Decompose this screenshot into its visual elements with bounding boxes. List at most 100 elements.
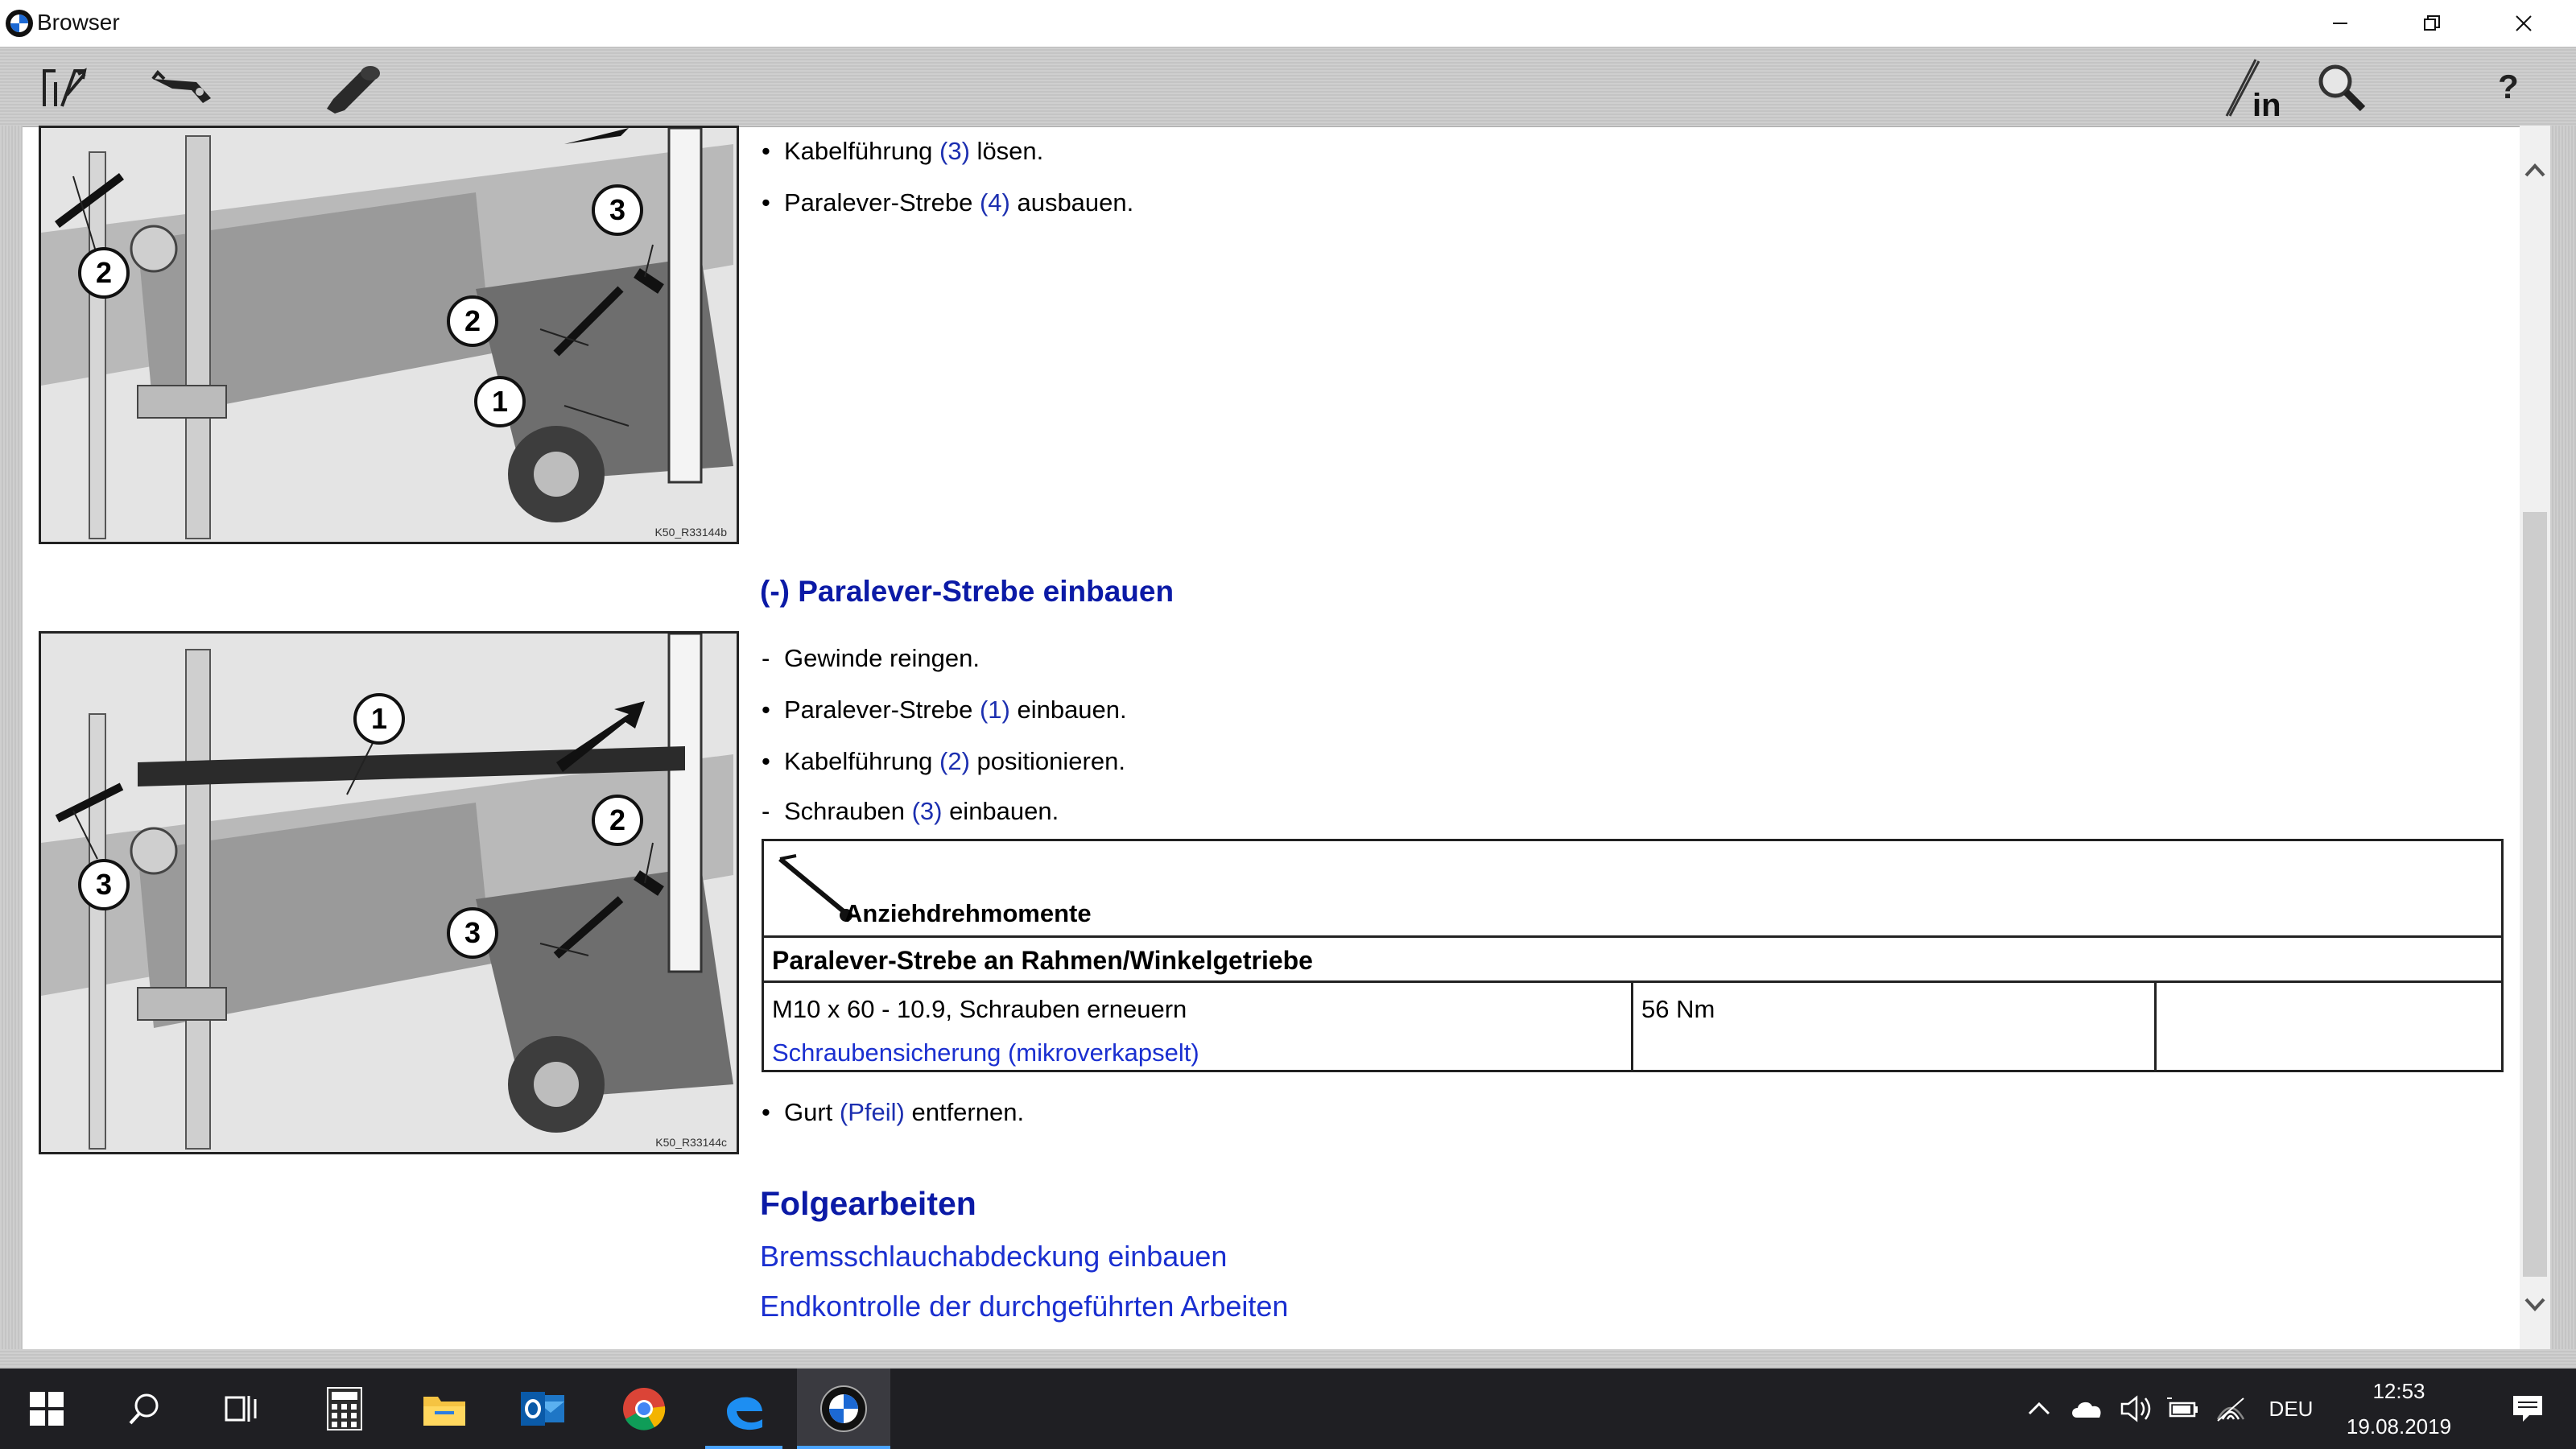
svg-text:3: 3 xyxy=(609,193,625,226)
tool-button[interactable] xyxy=(148,52,216,122)
followup-link-brake-hose-cover[interactable]: Bremsschlauchabdeckung einbauen xyxy=(760,1240,1227,1274)
torque-spec-cell: M10 x 60 - 10.9, Schrauben erneuern Schr… xyxy=(764,983,1633,1070)
step-position-cable-guide: • Kabelführung (2) positionieren. xyxy=(762,747,1125,775)
battery-icon xyxy=(2167,1397,2198,1418)
callout-2a: 2 xyxy=(78,247,130,299)
torque-table: Anziehdrehmomente Paralever-Strebe an Ra… xyxy=(762,839,2504,1072)
chevron-down-icon xyxy=(2524,1298,2545,1311)
help-button[interactable]: ? xyxy=(2475,52,2542,122)
reference-link[interactable]: (3) xyxy=(912,797,943,825)
svg-text:in: in xyxy=(2252,88,2281,119)
network-button[interactable] xyxy=(2209,1368,2252,1449)
callout-3: 3 xyxy=(592,184,643,236)
illustration-paralever-removal: 2 3 2 1 xyxy=(41,128,737,542)
figure-code: K50_R33144b xyxy=(654,526,727,539)
figure-installation-illustration: 1 3 2 3 K50_R33144c xyxy=(39,631,739,1154)
clock-date: 19.08.2019 xyxy=(2346,1414,2452,1439)
task-view-button[interactable] xyxy=(193,1368,287,1449)
svg-text:3: 3 xyxy=(96,868,112,901)
task-view-icon xyxy=(225,1396,257,1422)
callout-1: 1 xyxy=(353,693,405,745)
reference-link[interactable]: (2) xyxy=(939,747,970,775)
svg-text:1: 1 xyxy=(371,702,387,735)
callout-3a: 3 xyxy=(78,859,130,910)
taskbar: DEU 12:53 19.08.2019 xyxy=(0,1368,2576,1449)
chevron-up-icon xyxy=(2028,1402,2050,1415)
reference-link[interactable]: (4) xyxy=(980,188,1010,217)
notification-icon xyxy=(2513,1396,2542,1422)
step-install-screws: - Schrauben (3) einbauen. xyxy=(762,797,1059,825)
scrollbar-thumb[interactable] xyxy=(2523,512,2547,1277)
chrome-app[interactable] xyxy=(597,1368,691,1449)
torque-spec-row: M10 x 60 - 10.9, Schrauben erneuern Schr… xyxy=(764,983,2501,1070)
torque-spec: M10 x 60 - 10.9, Schrauben erneuern xyxy=(772,995,1187,1023)
reference-link[interactable]: (3) xyxy=(939,137,970,165)
svg-text:2: 2 xyxy=(609,803,625,836)
cloud-icon xyxy=(2072,1402,2101,1418)
edge-icon xyxy=(727,1397,762,1430)
active-indicator xyxy=(797,1446,890,1449)
followup-link-final-check[interactable]: Endkontrolle der durchgeführten Arbeiten xyxy=(760,1290,1288,1323)
help-icon: ? xyxy=(2498,68,2519,105)
figure-removal-illustration: 2 3 2 1 K50_R33144b xyxy=(39,126,739,544)
input-language-button[interactable]: DEU xyxy=(2259,1368,2323,1449)
minimize-button[interactable] xyxy=(2296,0,2384,47)
bmw-app-icon xyxy=(820,1385,867,1432)
restore-button[interactable] xyxy=(2388,0,2476,47)
file-explorer-app[interactable] xyxy=(398,1368,491,1449)
clock[interactable]: 12:53 19.08.2019 xyxy=(2336,1368,2462,1449)
edge-app[interactable] xyxy=(697,1368,791,1449)
minimize-icon xyxy=(2333,23,2347,24)
wifi-icon xyxy=(2216,1397,2245,1422)
toolbar: in ? xyxy=(0,47,2576,127)
chrome-icon xyxy=(623,1388,666,1430)
callout-3b: 3 xyxy=(447,907,498,959)
figure-code: K50_R33144c xyxy=(655,1136,727,1149)
svg-text:2: 2 xyxy=(96,256,112,289)
calculator-app[interactable] xyxy=(298,1368,391,1449)
reference-link[interactable]: (Pfeil) xyxy=(840,1098,905,1126)
clock-time: 12:53 xyxy=(2372,1379,2425,1403)
illustration-paralever-installation: 1 3 2 3 xyxy=(41,634,737,1152)
close-icon xyxy=(2516,15,2532,31)
vertical-scrollbar[interactable] xyxy=(2520,126,2550,1349)
sign-in-button[interactable]: in xyxy=(2220,52,2288,122)
sign-in-icon: in xyxy=(2225,59,2281,119)
torque-subtitle-row: Paralever-Strebe an Rahmen/Winkelgetrieb… xyxy=(764,938,2501,983)
step-paralever-remove: • Paralever-Strebe (4) ausbauen. xyxy=(762,188,1134,217)
content-frame-left xyxy=(0,126,23,1349)
close-button[interactable] xyxy=(2479,0,2568,47)
action-center-button[interactable] xyxy=(2487,1368,2568,1449)
file-explorer-icon xyxy=(423,1397,465,1426)
volume-icon xyxy=(2120,1395,2151,1422)
followup-heading: Folgearbeiten xyxy=(760,1185,976,1222)
torque-wrench-icon xyxy=(778,854,852,922)
torque-extra xyxy=(2157,983,2501,1070)
svg-text:3: 3 xyxy=(464,916,481,949)
onedrive-button[interactable] xyxy=(2066,1368,2109,1449)
reference-link[interactable]: (1) xyxy=(980,696,1010,724)
taskbar-search-button[interactable] xyxy=(98,1368,192,1449)
swap-tool-button[interactable] xyxy=(29,52,97,122)
volume-button[interactable] xyxy=(2114,1368,2157,1449)
torque-subtitle: Paralever-Strebe an Rahmen/Winkelgetrieb… xyxy=(772,946,1313,975)
torque-table-header: Anziehdrehmomente xyxy=(764,841,2501,938)
start-button[interactable] xyxy=(0,1368,93,1449)
bmw-app[interactable] xyxy=(797,1368,890,1449)
tray-overflow-button[interactable] xyxy=(2019,1368,2059,1449)
thread-locker-link[interactable]: Schraubensicherung (mikroverkapselt) xyxy=(772,1031,1623,1075)
pen-tool-button[interactable] xyxy=(319,52,386,122)
scroll-down-button[interactable] xyxy=(2520,1285,2550,1325)
active-indicator xyxy=(705,1446,782,1449)
outlook-app[interactable] xyxy=(496,1368,589,1449)
callout-1: 1 xyxy=(474,376,526,427)
search-button[interactable] xyxy=(2307,52,2375,122)
outlook-icon xyxy=(521,1392,564,1426)
section-heading-install: (-) Paralever-Strebe einbauen xyxy=(760,575,1174,608)
windows-start-icon xyxy=(30,1392,64,1426)
svg-text:2: 2 xyxy=(464,304,481,337)
battery-button[interactable] xyxy=(2161,1368,2204,1449)
scroll-up-button[interactable] xyxy=(2520,150,2550,190)
bmw-logo-icon xyxy=(6,10,33,37)
title-bar: Browser xyxy=(0,0,2576,47)
